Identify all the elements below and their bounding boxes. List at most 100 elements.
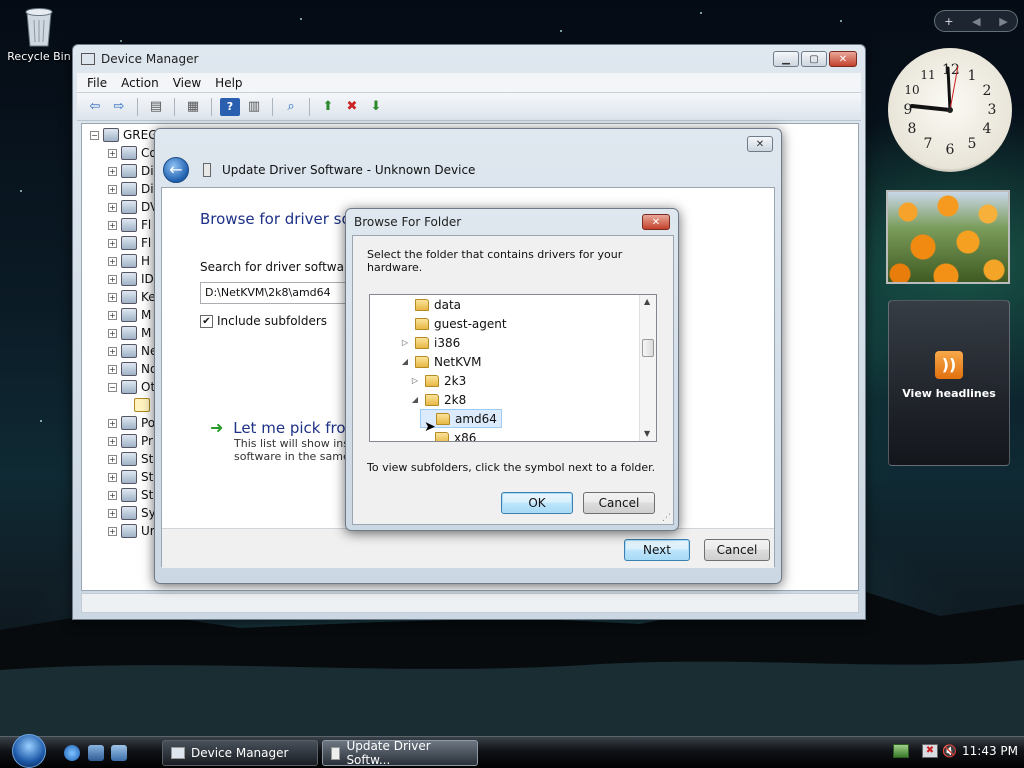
folder-item[interactable]: ◢ 2k8 — [410, 390, 466, 409]
tree-item[interactable]: + Po — [108, 414, 155, 432]
network-tray-icon[interactable] — [893, 744, 909, 758]
internet-explorer-icon[interactable] — [64, 745, 80, 761]
expand-icon[interactable]: + — [108, 436, 117, 446]
maximize-button[interactable]: ▢ — [801, 51, 827, 67]
back-arrow-icon[interactable]: ⇦ — [85, 98, 105, 116]
view-icon[interactable]: ▥ — [244, 98, 264, 116]
include-subfolders-option[interactable]: ✔ Include subfolders — [200, 314, 327, 328]
expand-icon[interactable]: + — [108, 490, 117, 500]
folder-item[interactable]: data — [400, 295, 461, 314]
add-gadget-button[interactable]: + — [944, 15, 953, 28]
tree-item[interactable]: + Sy — [108, 504, 156, 522]
menu-action[interactable]: Action — [121, 76, 159, 90]
wizard-titlebar[interactable]: ✕ — [155, 129, 781, 159]
expand-arrow-icon[interactable]: ▷ — [400, 338, 410, 347]
properties-icon[interactable]: ▦ — [183, 98, 203, 116]
system-clock[interactable]: 11:43 PM — [962, 744, 1018, 758]
tree-item[interactable]: − Ot — [108, 378, 155, 396]
collapse-arrow-icon[interactable]: ◢ — [410, 395, 420, 404]
tree-item[interactable]: + Fl — [108, 216, 151, 234]
help-icon[interactable]: ? — [220, 97, 240, 116]
resize-grip-icon[interactable]: ⋰ — [662, 513, 671, 523]
folder-item[interactable]: ▷ 2k3 — [410, 371, 466, 390]
tree-root[interactable]: − GREG — [90, 126, 158, 144]
tree-item[interactable]: + Di — [108, 180, 154, 198]
menu-help[interactable]: Help — [215, 76, 242, 90]
tree-item[interactable]: + DV — [108, 198, 158, 216]
tree-item[interactable]: + No — [108, 360, 157, 378]
tree-item[interactable]: + Di — [108, 162, 154, 180]
slideshow-gadget-photo[interactable] — [886, 190, 1010, 284]
tree-item[interactable]: + H — [108, 252, 150, 270]
tree-item[interactable]: + M — [108, 324, 151, 342]
cancel-button[interactable]: Cancel — [583, 492, 655, 514]
folder-item[interactable]: guest-agent — [400, 314, 507, 333]
collapse-arrow-icon[interactable]: ◢ — [400, 357, 410, 366]
folder-item[interactable]: ◢ NetKVM — [400, 352, 482, 371]
show-desktop-icon[interactable] — [88, 745, 104, 761]
show-hide-console-tree-icon[interactable]: ▤ — [146, 98, 166, 116]
update-driver-icon[interactable]: ⬆ — [318, 98, 338, 116]
tree-item[interactable]: + Fl — [108, 234, 151, 252]
let-me-pick-option[interactable]: ➜ Let me pick from This list will show i… — [210, 418, 360, 463]
device-manager-titlebar[interactable]: Device Manager ▁ ▢ ✕ — [73, 45, 865, 73]
tree-item[interactable]: + St — [108, 450, 153, 468]
network-disconnected-tray-icon[interactable]: ✖ — [922, 744, 938, 758]
expand-icon[interactable]: + — [108, 472, 117, 482]
expand-icon[interactable]: + — [108, 220, 117, 230]
expand-icon[interactable]: + — [108, 454, 117, 464]
start-button[interactable] — [8, 734, 50, 768]
previous-gadget-page-button[interactable]: ◀ — [972, 15, 980, 28]
disable-device-icon[interactable]: ⬇ — [366, 98, 386, 116]
vertical-scrollbar[interactable]: ▲ ▼ — [639, 295, 656, 441]
close-button[interactable]: ✕ — [747, 136, 773, 152]
uninstall-icon[interactable]: ✖ — [342, 98, 362, 116]
expand-icon[interactable]: + — [108, 202, 117, 212]
back-arrow-button[interactable]: ← — [163, 157, 189, 183]
close-button[interactable]: ✕ — [642, 214, 670, 230]
clock-gadget[interactable]: 12 1 2 3 4 5 6 7 8 9 10 11 — [888, 48, 1012, 172]
ok-button[interactable]: OK — [501, 492, 573, 514]
tree-item[interactable]: + M — [108, 306, 151, 324]
scroll-up-arrow-icon[interactable]: ▲ — [644, 297, 650, 306]
scan-hardware-icon[interactable]: ⌕ — [281, 98, 301, 116]
expand-icon[interactable]: + — [108, 418, 117, 428]
menu-view[interactable]: View — [173, 76, 201, 90]
driver-path-field[interactable]: D:\NetKVM\2k8\amd64 — [200, 282, 360, 304]
next-button[interactable]: Next — [624, 539, 690, 561]
taskbar-device-manager[interactable]: Device Manager — [162, 740, 318, 766]
tree-item[interactable]: + St — [108, 468, 153, 486]
tree-item[interactable]: + St — [108, 486, 153, 504]
tree-item[interactable]: + Pr — [108, 432, 153, 450]
volume-tray-icon[interactable]: 🔇 — [942, 744, 957, 758]
minimize-button[interactable]: ▁ — [773, 51, 799, 67]
cancel-button[interactable]: Cancel — [704, 539, 770, 561]
expand-icon[interactable]: + — [108, 364, 117, 374]
expand-arrow-icon[interactable]: ▷ — [410, 376, 420, 385]
scrollbar-thumb[interactable] — [642, 339, 654, 357]
expand-icon[interactable]: + — [108, 166, 117, 176]
expand-icon[interactable]: + — [108, 508, 117, 518]
close-button[interactable]: ✕ — [829, 51, 857, 67]
menu-file[interactable]: File — [87, 76, 107, 90]
tree-item[interactable]: + Ur — [108, 522, 155, 540]
expand-icon[interactable]: + — [108, 256, 117, 266]
recycle-bin-desktop-icon[interactable]: Recycle Bin — [6, 4, 72, 63]
forward-arrow-icon[interactable]: ⇨ — [109, 98, 129, 116]
switch-windows-icon[interactable] — [111, 745, 127, 761]
taskbar-update-driver[interactable]: Update Driver Softw... — [322, 739, 478, 767]
folder-item[interactable]: ▷ i386 — [400, 333, 460, 352]
expand-icon[interactable]: + — [108, 526, 117, 536]
collapse-icon[interactable]: − — [90, 130, 99, 140]
folder-tree[interactable]: data guest-agent ▷ i386 ◢ NetKVM ▷ 2k3 ◢ 2k8… — [369, 294, 657, 442]
collapse-icon[interactable]: − — [108, 382, 117, 392]
tree-item[interactable]: + ID — [108, 270, 154, 288]
tree-item[interactable]: + Co — [108, 144, 157, 162]
tree-item[interactable]: + Ke — [108, 288, 156, 306]
expand-icon[interactable]: + — [108, 184, 117, 194]
expand-icon[interactable]: + — [108, 148, 117, 158]
browse-titlebar[interactable]: Browse For Folder ✕ — [346, 209, 678, 235]
feed-headlines-gadget[interactable]: )) View headlines — [888, 300, 1010, 466]
expand-icon[interactable]: + — [108, 292, 117, 302]
expand-icon[interactable]: + — [108, 238, 117, 248]
